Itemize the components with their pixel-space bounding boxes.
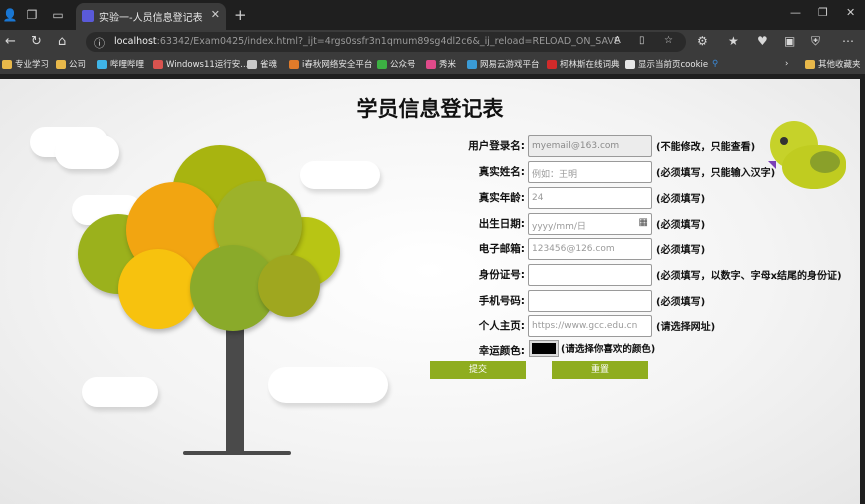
bookmark-gongzhonghao[interactable]: 公众号 <box>377 57 416 71</box>
heart-icon[interactable]: ♥ <box>757 34 768 48</box>
home-icon[interactable]: ⌂ <box>58 34 66 49</box>
site-info-icon[interactable]: ⓘ <box>94 35 105 51</box>
label-realname: 真实姓名: <box>478 166 525 178</box>
folder-icon <box>56 59 66 69</box>
folder-icon <box>805 59 815 69</box>
note-idcard: (必须填写，以数字、字母x结尾的身份证) <box>656 271 842 282</box>
bookmark-show-cookie[interactable]: 显示当前页cookie <box>625 57 708 71</box>
extensions-icon[interactable]: ⚙ <box>697 34 708 48</box>
url-text[interactable]: localhost:63342/Exam0425/index.html?_ijt… <box>114 36 620 47</box>
bilibili-icon <box>97 59 107 69</box>
cloud-decoration <box>300 161 380 189</box>
refresh-icon[interactable]: ↻ <box>31 34 42 49</box>
label-birthdate: 出生日期: <box>478 218 525 230</box>
tab-close-icon[interactable]: ✕ <box>211 8 220 21</box>
bird-decoration <box>766 121 846 191</box>
tab-favicon-icon <box>82 10 94 22</box>
note-email: (必须填写) <box>656 245 706 256</box>
bookmark-netease-cloud-gaming[interactable]: 网易云游戏平台 <box>467 57 540 71</box>
netease-icon <box>467 59 477 69</box>
reading-view-icon[interactable]: ▯ <box>639 35 645 46</box>
url-host: localhost <box>114 36 157 47</box>
age-input[interactable]: 24 <box>528 187 652 209</box>
tab-actions-icon[interactable]: ▭ <box>50 7 66 23</box>
homepage-input[interactable]: https://www.gcc.edu.cn <box>528 315 652 337</box>
bookmark-queihun[interactable]: 雀魂 <box>247 57 277 71</box>
minimize-icon[interactable]: — <box>790 6 801 19</box>
cloud-decoration <box>55 135 119 169</box>
note-realname: (必须填写，只能输入汉字) <box>656 168 776 179</box>
browser-tab[interactable]: 实验一-人员信息登记表 ✕ <box>76 3 226 30</box>
bookmark-collins[interactable]: 柯林斯在线词典 <box>547 57 620 71</box>
bookmarks-bar: 专业学习 公司 哔哩哔哩 Windows11运行安... 雀魂 i春秋网络安全平… <box>0 54 865 74</box>
profile-icon[interactable]: 👤 <box>2 7 18 23</box>
bookmarks-overflow-icon[interactable]: › <box>785 57 788 71</box>
close-window-icon[interactable]: ✕ <box>846 6 855 19</box>
page-title: 学员信息登记表 <box>356 97 504 121</box>
reset-button[interactable]: 重置 <box>552 361 648 379</box>
note-homepage: (请选择网址) <box>656 322 716 333</box>
calendar-icon[interactable]: ▦ <box>639 217 648 228</box>
xiumi-icon <box>426 59 436 69</box>
tree-leaf <box>118 249 198 329</box>
bookmark-bilibili[interactable]: 哔哩哔哩 <box>97 57 144 71</box>
bookmark-search-icon[interactable]: ⚲ <box>712 57 718 71</box>
idcard-input[interactable] <box>528 264 652 286</box>
favorite-star-icon[interactable]: ☆ <box>664 35 673 46</box>
tab-title: 实验一-人员信息登记表 <box>99 13 203 24</box>
restore-icon[interactable]: ❐ <box>818 6 828 19</box>
label-homepage: 个人主页: <box>478 320 525 332</box>
page-icon <box>625 59 635 69</box>
bookmark-xiumi[interactable]: 秀米 <box>426 57 456 71</box>
label-age: 真实年龄: <box>478 192 525 204</box>
note-phone: (必须填写) <box>656 297 706 308</box>
submit-button[interactable]: 提交 <box>430 361 526 379</box>
label-username: 用户登录名: <box>468 140 525 152</box>
bookmark-ichunqiu[interactable]: i春秋网络安全平台 <box>289 57 372 71</box>
folder-icon <box>2 59 12 69</box>
bookmark-windows11[interactable]: Windows11运行安... <box>153 57 248 71</box>
back-icon[interactable]: ← <box>5 34 16 49</box>
label-idcard: 身份证号: <box>478 269 525 281</box>
lucky-color-picker[interactable] <box>529 340 559 357</box>
collections-icon[interactable]: ▣ <box>784 34 795 48</box>
ichunqiu-icon <box>289 59 299 69</box>
tree-leaf <box>258 255 320 317</box>
browser-titlebar: 👤 ❐ ▭ 实验一-人员信息登记表 ✕ + — ❐ ✕ <box>0 0 865 30</box>
bookmark-zhuanye[interactable]: 专业学习 <box>2 57 49 71</box>
page-content: 学员信息登记表 用户登录名: myemail@163.com (不能修改，只能查… <box>0 79 860 504</box>
new-tab-icon[interactable]: + <box>234 6 247 24</box>
bookmark-gongsi[interactable]: 公司 <box>56 57 86 71</box>
label-phone: 手机号码: <box>478 295 525 307</box>
collins-icon <box>547 59 557 69</box>
favorites-icon[interactable]: ★ <box>728 34 739 48</box>
email-input[interactable]: 123456@126.com <box>528 238 652 260</box>
url-path: :63342/Exam0425/index.html?_ijt=4rgs0ssf… <box>156 36 620 47</box>
address-bar[interactable]: ⓘ localhost:63342/Exam0425/index.html?_i… <box>86 32 686 52</box>
workspaces-icon[interactable]: ❐ <box>24 7 40 23</box>
page-icon <box>153 59 163 69</box>
shield-icon[interactable]: ⛨ <box>811 34 820 49</box>
username-input[interactable]: myemail@163.com <box>528 135 652 157</box>
bookmark-other-favorites[interactable]: 其他收藏夹 <box>805 57 861 71</box>
read-aloud-icon[interactable]: A <box>614 35 621 46</box>
note-birthdate: (必须填写) <box>656 220 706 231</box>
label-email: 电子邮箱: <box>478 243 525 255</box>
wechat-icon <box>377 59 387 69</box>
note-age: (必须填写) <box>656 194 706 205</box>
cloud-decoration <box>82 377 158 407</box>
phone-input[interactable] <box>528 290 652 312</box>
tree-ground <box>183 451 291 455</box>
birthdate-value: yyyy/mm/日 <box>532 222 586 232</box>
birthdate-input[interactable]: yyyy/mm/日 ▦ <box>528 213 652 235</box>
label-lucky-color: 幸运颜色: <box>478 345 525 357</box>
note-username: (不能修改，只能查看) <box>656 142 756 153</box>
realname-input[interactable]: 例如：王明 <box>528 161 652 183</box>
note-lucky-color: (请选择你喜欢的颜色) <box>561 344 656 355</box>
more-menu-icon[interactable]: ⋯ <box>842 34 854 48</box>
page-icon <box>247 59 257 69</box>
cloud-decoration <box>268 367 388 403</box>
